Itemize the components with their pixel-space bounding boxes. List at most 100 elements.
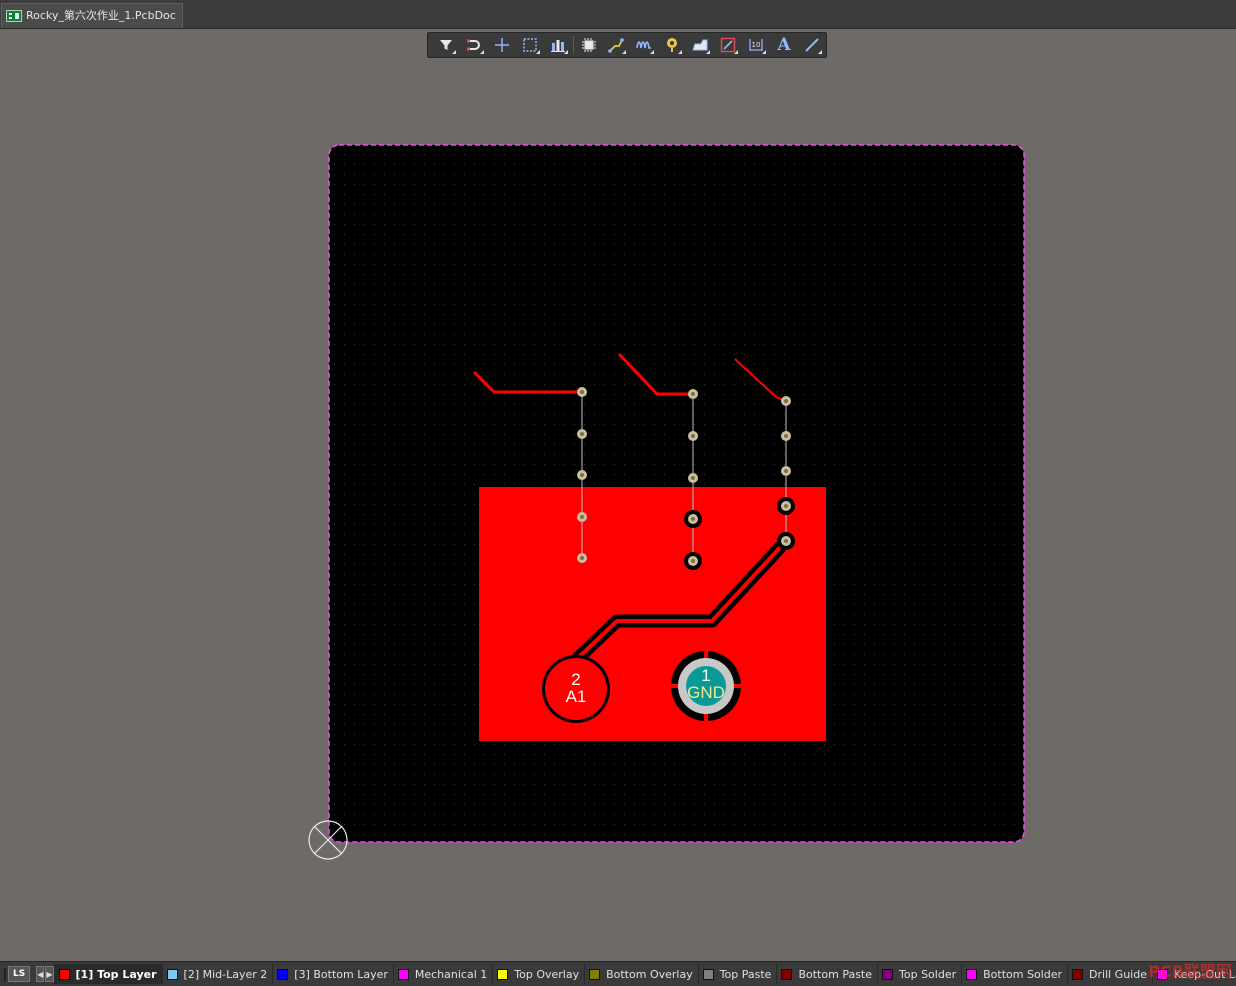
document-tab-title: Rocky_第六次作业_1.PcbDoc	[26, 9, 176, 22]
pcb-doc-icon	[6, 10, 22, 22]
layer-color-swatch	[166, 968, 178, 980]
chevron-left-icon: ◀	[37, 969, 44, 979]
layer-tab-label: Top Overlay	[514, 967, 580, 981]
board-grid	[334, 150, 1019, 837]
crosshair-button[interactable]	[488, 33, 516, 57]
via-group-1	[577, 387, 587, 563]
via	[688, 473, 698, 483]
layer-tab[interactable]: [1] Top Layer	[53, 964, 162, 984]
place-crosshair-icon	[494, 38, 509, 52]
current-layer-color[interactable]	[4, 967, 6, 981]
layer-tab[interactable]: Top Overlay	[492, 964, 584, 984]
layer-tab[interactable]: Mechanical 1	[392, 964, 492, 984]
layer-color-swatch	[1156, 968, 1168, 980]
layer-color-swatch	[397, 968, 409, 980]
layer-color-swatch	[966, 968, 978, 980]
layer-tab[interactable]: Top Paste	[697, 964, 777, 984]
via	[577, 387, 587, 397]
via	[577, 512, 587, 522]
interactive-route-button[interactable]	[460, 33, 488, 57]
via	[688, 431, 698, 441]
layer-color-swatch	[277, 968, 289, 980]
place-line-button[interactable]	[798, 33, 826, 57]
layer-tab[interactable]: Bottom Overlay	[584, 964, 698, 984]
layer-set-button[interactable]: LS	[8, 966, 31, 982]
layer-tab[interactable]: Keep-Out La	[1151, 964, 1236, 984]
track-fragment-2	[617, 352, 693, 396]
layer-tab[interactable]: Drill Guide	[1067, 964, 1152, 984]
place-dimension-button[interactable]: 10	[742, 33, 770, 57]
pad-1-number: 1	[701, 666, 711, 685]
interactive-routing-button[interactable]	[603, 33, 631, 57]
layer-tab[interactable]: [3] Bottom Layer	[272, 964, 393, 984]
document-tab[interactable]: Rocky_第六次作业_1.PcbDoc	[1, 3, 183, 28]
layer-color-swatch	[58, 968, 70, 980]
layer-color-swatch	[1072, 968, 1084, 980]
layer-color-swatch	[702, 968, 714, 980]
place-string-icon: A	[777, 35, 791, 55]
via	[577, 470, 587, 480]
layer-tab-label: Top Solder	[899, 967, 957, 981]
keep-out-outline	[328, 144, 1025, 843]
layer-tab-label: [3] Bottom Layer	[294, 967, 388, 981]
place-string-button[interactable]: A	[770, 33, 798, 57]
via	[781, 466, 791, 476]
layer-scroll-left-button[interactable]: ◀	[36, 966, 45, 982]
toolbar-separator	[572, 36, 574, 54]
via	[781, 431, 791, 441]
place-region-button[interactable]	[714, 33, 742, 57]
filter-button[interactable]	[432, 33, 460, 57]
layer-tab-label: Bottom Overlay	[606, 967, 693, 981]
layer-tab-label: Bottom Paste	[798, 967, 873, 981]
align-button[interactable]	[544, 33, 572, 57]
layer-tab-label: Mechanical 1	[414, 967, 488, 981]
layer-tab-label: Keep-Out La	[1173, 967, 1236, 981]
document-tab-bar: Rocky_第六次作业_1.PcbDoc	[0, 0, 1236, 29]
top-layer-polygon	[479, 487, 826, 741]
place-polygon-button[interactable]	[686, 33, 714, 57]
layer-color-swatch	[781, 968, 793, 980]
via	[688, 389, 698, 399]
pad-1-label: 1 GND	[674, 667, 738, 701]
track-fragment-3	[734, 358, 787, 402]
layer-tab-label: Top Paste	[719, 967, 772, 981]
layer-color-swatch	[882, 968, 894, 980]
via	[781, 501, 791, 511]
pcb-canvas[interactable]	[0, 0, 1236, 985]
via	[577, 553, 587, 563]
layer-tab-label: [1] Top Layer	[75, 967, 157, 981]
pad-2-number: 2	[571, 670, 581, 689]
place-component-button[interactable]	[575, 33, 603, 57]
layer-tab[interactable]: Bottom Solder	[961, 964, 1067, 984]
place-via-button[interactable]	[658, 33, 686, 57]
layer-tab-label: [2] Mid-Layer 2	[183, 967, 268, 981]
pad-2-label: 2 A1	[546, 671, 606, 705]
layer-tabs: [1] Top Layer [2] Mid-Layer 2 [3] Bottom L…	[53, 964, 1236, 984]
length-tuning-button[interactable]	[630, 33, 658, 57]
layer-tab[interactable]: Top Solder	[877, 964, 961, 984]
track-fragment-1	[472, 370, 582, 394]
svg-text:10: 10	[752, 41, 761, 49]
via	[577, 429, 587, 439]
board-outline	[329, 145, 1024, 842]
via	[781, 536, 791, 546]
layer-tab[interactable]: [2] Mid-Layer 2	[161, 964, 273, 984]
layer-tab-label: Drill Guide	[1089, 967, 1147, 981]
pad-1-net: GND	[687, 683, 725, 702]
active-bar-toolbar: 10 A	[427, 32, 827, 58]
layer-tabs-bar: LS ◀ ▶ [1] Top Layer [2] Mid-Layer 2 [3] B…	[0, 961, 1236, 986]
via	[688, 514, 698, 524]
via	[688, 556, 698, 566]
layer-scroll-right-button[interactable]: ▶	[45, 966, 54, 982]
select-rectangle-button[interactable]	[516, 33, 544, 57]
layer-color-swatch	[589, 968, 601, 980]
origin-marker	[308, 820, 348, 860]
via	[781, 396, 791, 406]
place-component-icon	[581, 38, 596, 52]
chevron-right-icon: ▶	[46, 969, 53, 979]
layer-tab-label: Bottom Solder	[983, 967, 1063, 981]
trace-clearance	[571, 534, 793, 665]
trace-a1	[576, 539, 788, 660]
layer-tab[interactable]: Bottom Paste	[776, 964, 877, 984]
pad-2-net: A1	[565, 687, 587, 706]
